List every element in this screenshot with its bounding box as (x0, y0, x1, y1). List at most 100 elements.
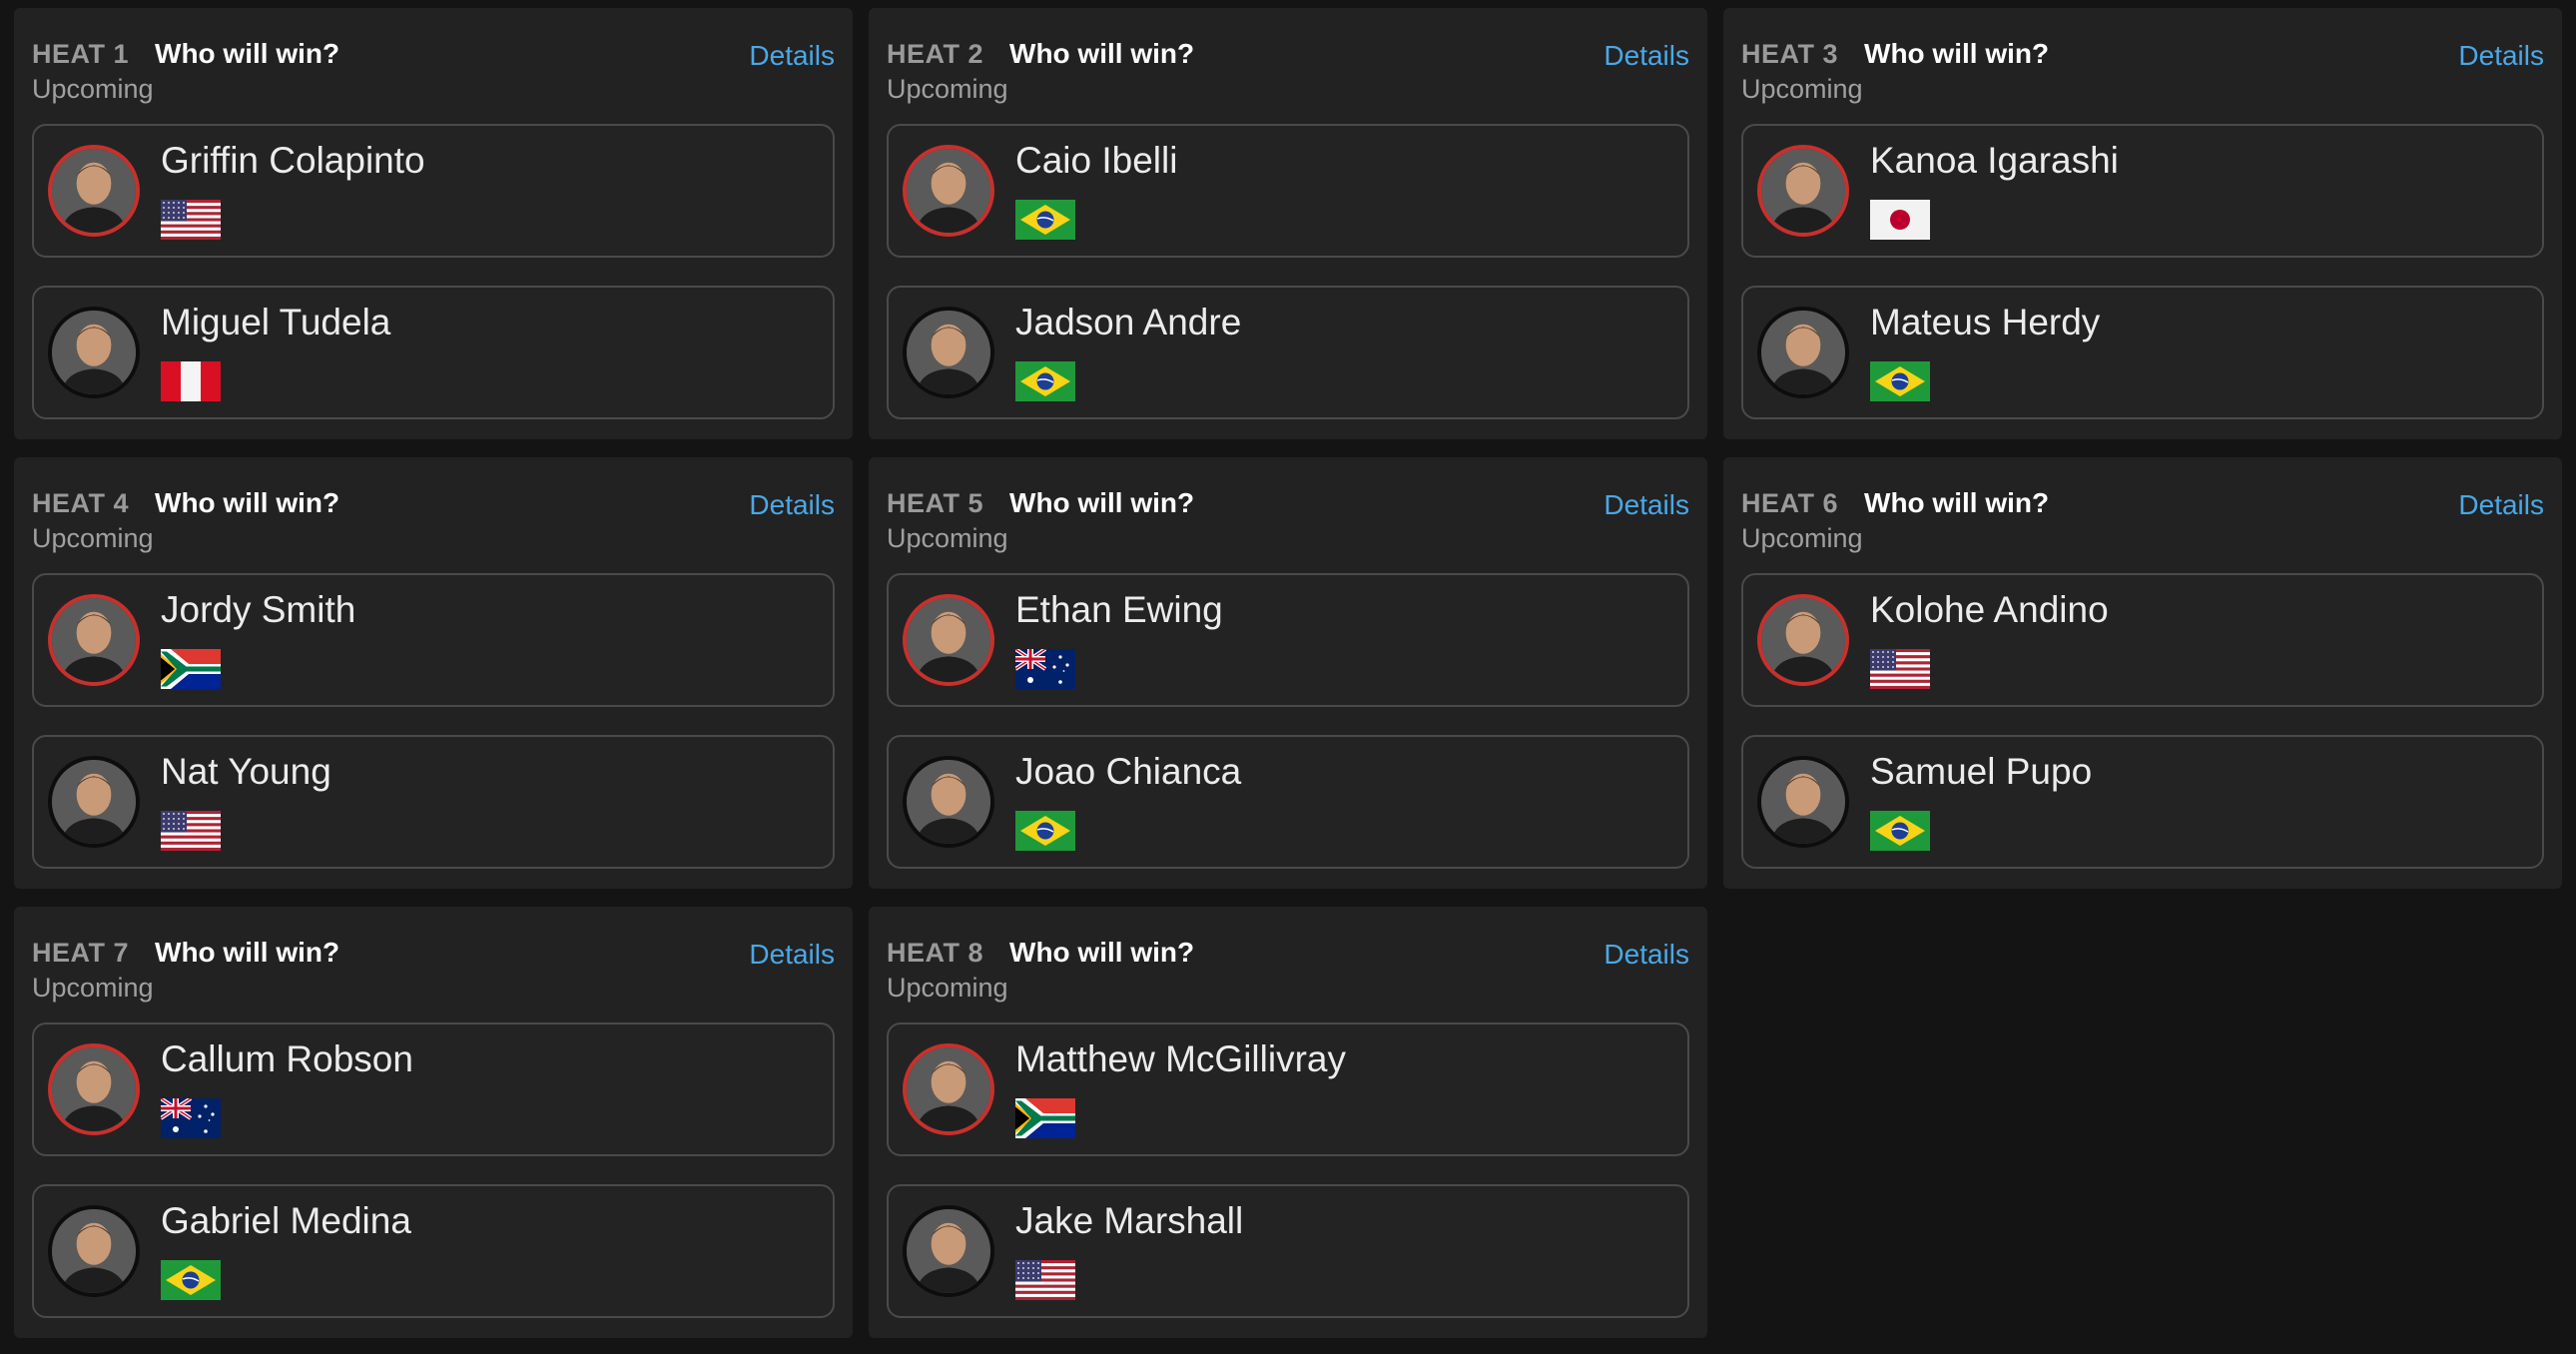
heat-status: Upcoming (1741, 523, 1863, 553)
athlete-option[interactable]: Callum Robson (32, 1022, 835, 1156)
details-link[interactable]: Details (749, 40, 835, 72)
heat-status: Upcoming (887, 74, 1008, 104)
athlete-option[interactable]: Jake Marshall (887, 1184, 1689, 1318)
heat-header: HEAT 3 Who will win? Details (1741, 38, 2544, 72)
athlete-avatar (1757, 307, 1849, 398)
heat-header: HEAT 5 Who will win? Details (887, 487, 1689, 521)
heat-question: Who will win? (155, 487, 340, 518)
heat-card-7: HEAT 7 Who will win? Details Upcoming Ca… (14, 907, 853, 1338)
athlete-name: Nat Young (161, 751, 331, 792)
heat-label: HEAT 2 (887, 39, 984, 69)
us-flag (161, 811, 221, 851)
athlete-name: Mateus Herdy (1870, 302, 2101, 342)
heat-status: Upcoming (32, 973, 154, 1003)
athlete-avatar (48, 594, 140, 686)
athlete-avatar (1757, 145, 1849, 237)
athlete-avatar (48, 145, 140, 237)
athlete-option[interactable]: Griffin Colapinto (32, 124, 835, 258)
athlete-name: Griffin Colapinto (161, 140, 425, 181)
details-link[interactable]: Details (2458, 40, 2544, 72)
athlete-option[interactable]: Jordy Smith (32, 573, 835, 707)
athlete-avatar (48, 307, 140, 398)
heat-label: HEAT 5 (887, 488, 984, 518)
athlete-option[interactable]: Nat Young (32, 735, 835, 869)
athlete-option[interactable]: Ethan Ewing (887, 573, 1689, 707)
athlete-list: Griffin Colapinto Miguel Tudela (32, 124, 835, 419)
au-flag (161, 1098, 221, 1138)
athlete-list: Caio Ibelli Jadson Andre (887, 124, 1689, 419)
heat-question: Who will win? (1009, 937, 1195, 968)
athlete-name: Joao Chianca (1015, 751, 1242, 792)
heat-label: HEAT 6 (1741, 488, 1839, 518)
details-link[interactable]: Details (1604, 40, 1689, 72)
heat-label: HEAT 8 (887, 938, 984, 968)
heat-card-5: HEAT 5 Who will win? Details Upcoming Et… (869, 457, 1707, 889)
heat-question: Who will win? (1864, 487, 2050, 518)
heat-card-8: HEAT 8 Who will win? Details Upcoming Ma… (869, 907, 1707, 1338)
athlete-list: Kolohe Andino Samuel Pupo (1741, 573, 2544, 869)
athlete-name: Kolohe Andino (1870, 589, 2109, 630)
athlete-option[interactable]: Kanoa Igarashi (1741, 124, 2544, 258)
heat-card-4: HEAT 4 Who will win? Details Upcoming Jo… (14, 457, 853, 889)
heat-status: Upcoming (887, 973, 1008, 1003)
athlete-option[interactable]: Caio Ibelli (887, 124, 1689, 258)
br-flag (1015, 361, 1075, 401)
details-link[interactable]: Details (1604, 939, 1689, 971)
athlete-option[interactable]: Kolohe Andino (1741, 573, 2544, 707)
heat-label: HEAT 4 (32, 488, 130, 518)
athlete-option[interactable]: Joao Chianca (887, 735, 1689, 869)
heat-question: Who will win? (1009, 487, 1195, 518)
heat-label: HEAT 7 (32, 938, 130, 968)
details-link[interactable]: Details (749, 939, 835, 971)
heat-status: Upcoming (887, 523, 1008, 553)
details-link[interactable]: Details (1604, 489, 1689, 521)
athlete-name: Kanoa Igarashi (1870, 140, 2119, 181)
heat-card-3: HEAT 3 Who will win? Details Upcoming Ka… (1723, 8, 2562, 439)
athlete-avatar (903, 1205, 994, 1297)
athlete-list: Callum Robson Gabriel Medina (32, 1022, 835, 1318)
athlete-option[interactable]: Matthew McGillivray (887, 1022, 1689, 1156)
heat-status: Upcoming (32, 74, 154, 104)
athlete-name: Jadson Andre (1015, 302, 1242, 342)
br-flag (1870, 361, 1930, 401)
au-flag (1015, 649, 1075, 689)
br-flag (1015, 200, 1075, 240)
za-flag (1015, 1098, 1075, 1138)
athlete-name: Jordy Smith (161, 589, 356, 630)
athlete-option[interactable]: Miguel Tudela (32, 286, 835, 419)
us-flag (1015, 1260, 1075, 1300)
athlete-avatar (903, 307, 994, 398)
heats-grid: HEAT 1 Who will win? Details Upcoming Gr… (0, 0, 2576, 1354)
br-flag (1870, 811, 1930, 851)
athlete-avatar (48, 1205, 140, 1297)
athlete-option[interactable]: Jadson Andre (887, 286, 1689, 419)
athlete-name: Gabriel Medina (161, 1200, 411, 1241)
athlete-avatar (1757, 594, 1849, 686)
heat-status: Upcoming (32, 523, 154, 553)
heat-card-6: HEAT 6 Who will win? Details Upcoming Ko… (1723, 457, 2562, 889)
athlete-avatar (1757, 756, 1849, 848)
pe-flag (161, 361, 221, 401)
heat-label: HEAT 3 (1741, 39, 1839, 69)
athlete-option[interactable]: Gabriel Medina (32, 1184, 835, 1318)
heat-header: HEAT 7 Who will win? Details (32, 937, 835, 971)
heat-label: HEAT 1 (32, 39, 130, 69)
us-flag (1870, 649, 1930, 689)
heat-header: HEAT 8 Who will win? Details (887, 937, 1689, 971)
athlete-option[interactable]: Mateus Herdy (1741, 286, 2544, 419)
us-flag (161, 200, 221, 240)
athlete-option[interactable]: Samuel Pupo (1741, 735, 2544, 869)
athlete-list: Kanoa Igarashi Mateus Herdy (1741, 124, 2544, 419)
athlete-name: Caio Ibelli (1015, 140, 1178, 181)
details-link[interactable]: Details (749, 489, 835, 521)
heat-header: HEAT 4 Who will win? Details (32, 487, 835, 521)
za-flag (161, 649, 221, 689)
athlete-name: Miguel Tudela (161, 302, 391, 342)
details-link[interactable]: Details (2458, 489, 2544, 521)
athlete-list: Ethan Ewing Joao Chianca (887, 573, 1689, 869)
heat-status: Upcoming (1741, 74, 1863, 104)
heat-header: HEAT 2 Who will win? Details (887, 38, 1689, 72)
jp-flag (1870, 200, 1930, 240)
athlete-name: Samuel Pupo (1870, 751, 2093, 792)
athlete-list: Jordy Smith Nat Young (32, 573, 835, 869)
